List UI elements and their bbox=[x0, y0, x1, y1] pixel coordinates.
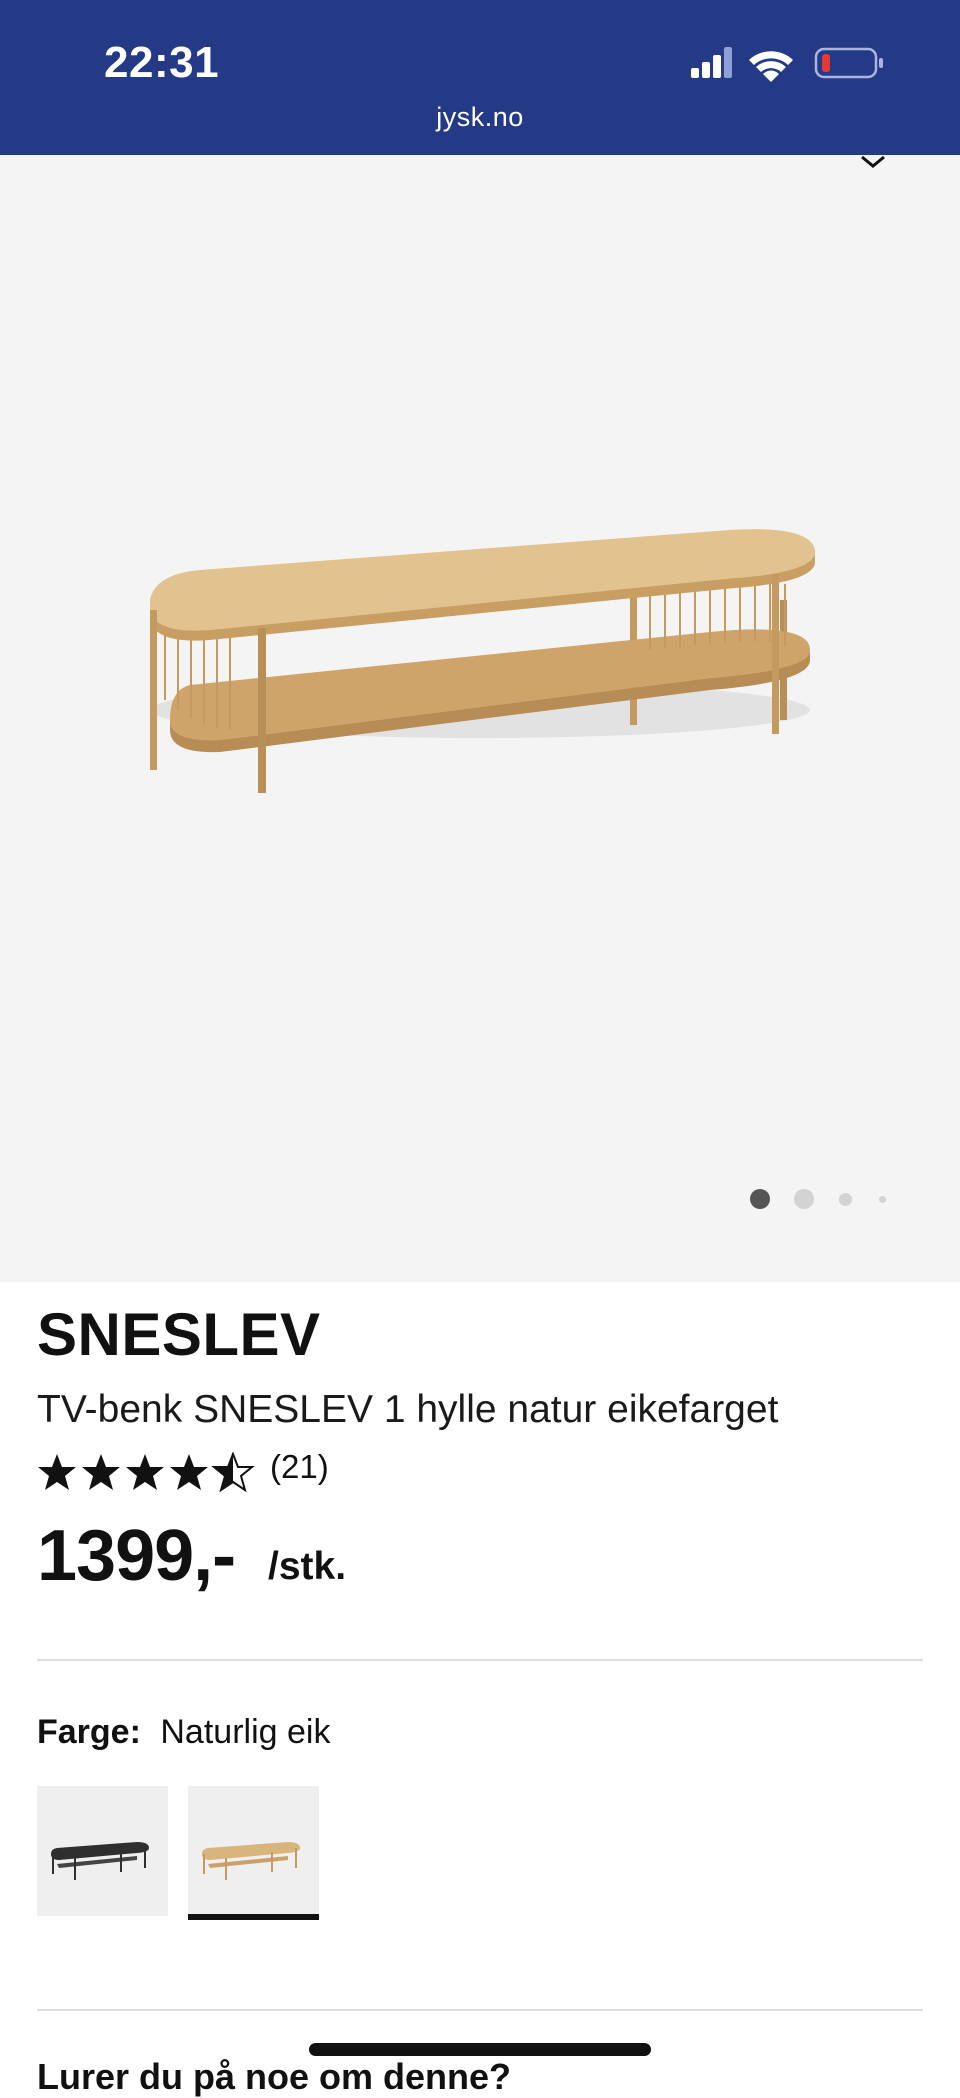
wifi-icon bbox=[749, 51, 793, 82]
star-half-icon bbox=[213, 1453, 253, 1491]
product-brand: SNESLEV bbox=[37, 1301, 321, 1368]
color-value: Naturlig eik bbox=[160, 1713, 331, 1751]
rating-stars bbox=[38, 1453, 253, 1491]
product-name: TV-benk SNESLEV 1 hylle natur eikefarget bbox=[37, 1388, 779, 1431]
status-icons bbox=[691, 47, 883, 82]
color-label: Farge: bbox=[37, 1713, 141, 1751]
star-icon bbox=[170, 1454, 208, 1490]
product-gallery[interactable] bbox=[0, 155, 960, 1282]
tv-bench-black-thumbnail bbox=[51, 1842, 149, 1880]
status-time: 22:31 bbox=[104, 38, 220, 87]
gallery-dot-3[interactable] bbox=[839, 1193, 852, 1206]
variant-selector-label: Farge: Naturlig eik bbox=[37, 1713, 330, 1752]
divider bbox=[37, 2009, 923, 2011]
variant-swatch-natural-oak[interactable] bbox=[188, 1786, 319, 1920]
chevron-down-icon[interactable] bbox=[860, 155, 886, 169]
tv-bench-oak-thumbnail bbox=[202, 1842, 300, 1880]
review-count[interactable]: (21) bbox=[270, 1448, 329, 1486]
section-heading: Lurer du på noe om denne? bbox=[37, 2056, 512, 2097]
gallery-dot-4[interactable] bbox=[879, 1196, 886, 1203]
star-icon bbox=[38, 1454, 76, 1490]
browser-header: 22:31 jysk.no bbox=[0, 0, 960, 155]
gallery-dot-1[interactable] bbox=[750, 1189, 770, 1209]
star-icon bbox=[126, 1454, 164, 1490]
divider bbox=[37, 1659, 923, 1661]
product-image bbox=[150, 529, 816, 793]
variant-swatch-black[interactable] bbox=[37, 1786, 168, 1916]
price-unit: /stk. bbox=[268, 1545, 347, 1588]
battery-low-icon bbox=[814, 47, 883, 79]
star-icon bbox=[82, 1454, 120, 1490]
gallery-pagination[interactable] bbox=[750, 1187, 900, 1211]
product-price: 1399,- bbox=[37, 1516, 236, 1596]
url-bar[interactable]: jysk.no bbox=[0, 102, 960, 133]
gallery-dot-2[interactable] bbox=[794, 1189, 814, 1209]
home-indicator[interactable] bbox=[309, 2043, 651, 2056]
signal-icon bbox=[691, 47, 732, 78]
